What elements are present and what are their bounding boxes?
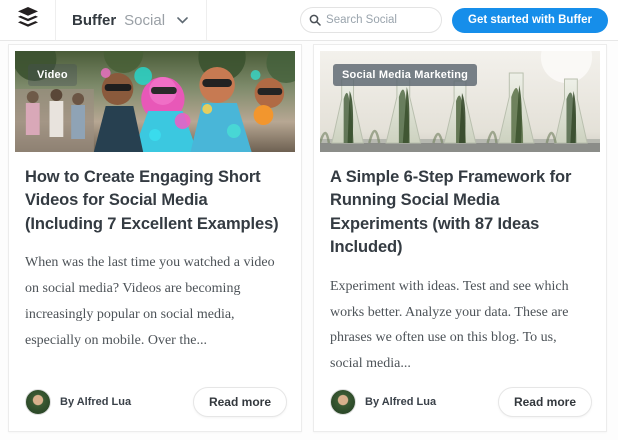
read-more-button[interactable]: Read more — [498, 387, 592, 417]
author-byline: By Alfred Lua — [365, 396, 498, 408]
navbar-spacer — [207, 0, 300, 40]
brand-name: Buffer — [72, 12, 116, 29]
category-tag[interactable]: Video — [28, 64, 77, 86]
article-title[interactable]: How to Create Engaging Short Videos for … — [9, 152, 301, 236]
author-avatar — [330, 389, 356, 415]
article-card-experiments: Social Media Marketing A Simple 6-Step F… — [313, 44, 607, 432]
search-box[interactable] — [300, 7, 442, 33]
search-icon — [309, 14, 321, 26]
top-navbar: Buffer Social Get started with Buffer — [0, 0, 618, 41]
brand-section: Social — [124, 12, 165, 29]
category-tag[interactable]: Social Media Marketing — [333, 64, 477, 86]
article-excerpt: When was the last time you watched a vid… — [9, 236, 301, 377]
author-avatar — [25, 389, 51, 415]
chevron-down-icon — [177, 11, 188, 29]
card-thumbnail-plant-flasks[interactable]: Social Media Marketing — [314, 45, 606, 152]
card-footer: By Alfred Lua Read more — [314, 377, 606, 431]
article-title[interactable]: A Simple 6-Step Framework for Running So… — [314, 152, 606, 260]
search-input[interactable] — [326, 14, 433, 26]
get-started-button[interactable]: Get started with Buffer — [452, 8, 608, 33]
author-byline: By Alfred Lua — [60, 396, 193, 408]
article-card-videos: Video How to Create Engaging Short Video… — [8, 44, 302, 432]
card-thumbnail-holi-crowd[interactable]: Video — [9, 45, 301, 152]
article-grid: Video How to Create Engaging Short Video… — [0, 41, 618, 440]
read-more-button[interactable]: Read more — [193, 387, 287, 417]
buffer-stacked-layers-icon — [17, 6, 39, 35]
site-switcher-dropdown[interactable]: Buffer Social — [56, 0, 207, 40]
buffer-logo[interactable] — [0, 0, 56, 40]
article-excerpt: Experiment with ideas. Test and see whic… — [314, 260, 606, 378]
card-footer: By Alfred Lua Read more — [9, 377, 301, 431]
